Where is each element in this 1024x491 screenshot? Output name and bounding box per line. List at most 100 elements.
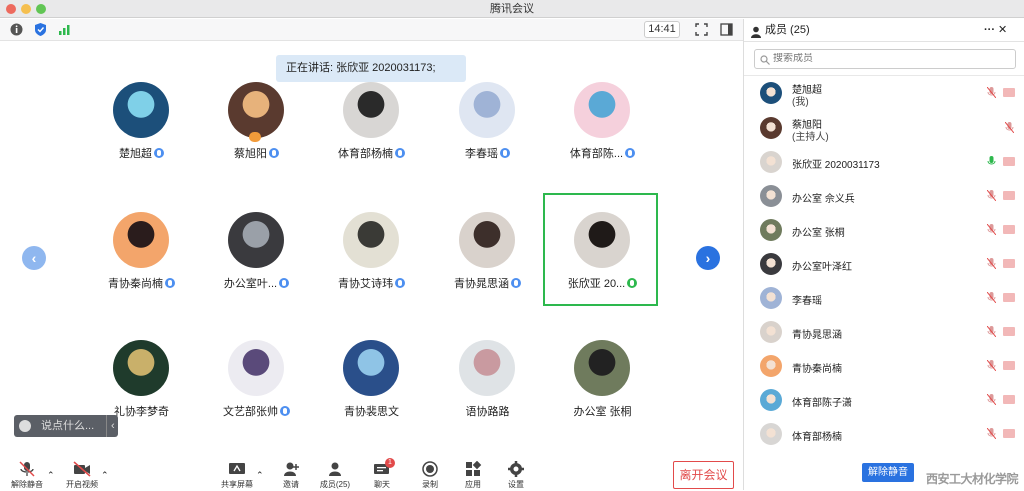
- apps-button[interactable]: 应用: [451, 460, 495, 490]
- mic-muted-icon[interactable]: [986, 291, 997, 304]
- close-panel-icon[interactable]: ✕: [998, 19, 1007, 41]
- quick-chat-box[interactable]: 说点什么... ‹: [14, 415, 118, 437]
- unmute-all-button[interactable]: 解除静音: [862, 463, 914, 482]
- participant-tile[interactable]: 青协艾诗玮: [314, 212, 429, 312]
- mic-muted-icon[interactable]: [986, 257, 997, 270]
- person-icon: [750, 24, 762, 38]
- member-name: 体育部杨楠: [792, 432, 842, 443]
- member-row[interactable]: 李春瑶: [744, 281, 1024, 315]
- mic-muted-icon[interactable]: [1004, 121, 1015, 134]
- member-row[interactable]: 办公室 张桐: [744, 213, 1024, 247]
- participant-tile[interactable]: 体育部杨楠: [314, 82, 429, 182]
- start-video-button[interactable]: 开启视频: [60, 460, 104, 490]
- info-icon[interactable]: [9, 22, 24, 37]
- participant-name-text: 青协晁思涵: [454, 278, 509, 290]
- shield-icon[interactable]: [33, 22, 48, 37]
- participant-tile[interactable]: 楚旭超: [84, 82, 199, 182]
- member-avatar: [760, 355, 782, 377]
- avatar: [459, 82, 515, 138]
- avatar: [343, 340, 399, 396]
- member-search-box[interactable]: [754, 49, 1016, 69]
- more-options-icon[interactable]: ···: [984, 19, 995, 41]
- member-avatar: [760, 219, 782, 241]
- participant-name-text: 办公室叶...: [223, 278, 278, 290]
- participant-name: 李春瑶: [430, 145, 545, 161]
- member-row[interactable]: 张欣亚 2020031173: [744, 145, 1024, 179]
- maximize-window-button[interactable]: [36, 4, 46, 14]
- mic-muted-icon[interactable]: [986, 427, 997, 440]
- search-input[interactable]: [773, 53, 993, 64]
- video-options-chevron-icon[interactable]: ⌃: [101, 470, 109, 481]
- member-row[interactable]: 青协晁思涵: [744, 315, 1024, 349]
- leave-meeting-button[interactable]: 离开会议: [673, 461, 734, 489]
- video-off-icon[interactable]: [1003, 361, 1015, 370]
- signal-strength-icon[interactable]: [57, 22, 72, 37]
- mic-muted-icon[interactable]: [986, 86, 997, 99]
- video-off-icon[interactable]: [1003, 259, 1015, 268]
- participant-tile[interactable]: 青协晁思涵: [430, 212, 545, 312]
- participant-tile[interactable]: 蔡旭阳: [199, 82, 314, 182]
- minimize-window-button[interactable]: [21, 4, 31, 14]
- side-panel-toggle-icon[interactable]: [719, 22, 734, 37]
- member-row[interactable]: 青协秦尚楠: [744, 349, 1024, 383]
- mic-muted-icon[interactable]: [986, 325, 997, 338]
- video-off-icon[interactable]: [1003, 88, 1015, 97]
- participant-name: 办公室 张桐: [545, 403, 660, 419]
- close-window-button[interactable]: [6, 4, 16, 14]
- members-panel-title: 成员 (25): [765, 24, 810, 36]
- member-avatar: [760, 82, 782, 104]
- participant-tile[interactable]: 体育部陈...: [545, 82, 660, 182]
- video-off-icon[interactable]: [1003, 157, 1015, 166]
- speaking-indicator: 正在讲话: 张欣亚 2020031173;: [276, 55, 466, 82]
- smiley-icon[interactable]: [19, 420, 31, 432]
- mic-muted-icon[interactable]: [986, 393, 997, 406]
- video-off-icon[interactable]: [1003, 293, 1015, 302]
- participant-tile[interactable]: 李春瑶: [430, 82, 545, 182]
- mic-muted-icon[interactable]: [986, 189, 997, 202]
- video-off-icon: [73, 461, 91, 477]
- member-avatar: [760, 253, 782, 275]
- avatar: [228, 340, 284, 396]
- video-off-icon[interactable]: [1003, 225, 1015, 234]
- watermark-text: 西安工大材化学院: [926, 472, 1019, 486]
- member-row[interactable]: 蔡旭阳 (主持人): [744, 111, 1024, 145]
- members-button[interactable]: 成员(25): [313, 460, 357, 490]
- member-row[interactable]: 体育部杨楠: [744, 417, 1024, 451]
- window-title: 腾讯会议: [490, 3, 534, 15]
- video-off-icon[interactable]: [1003, 327, 1015, 336]
- next-page-button[interactable]: ›: [696, 246, 720, 270]
- unmute-button[interactable]: 解除静音: [5, 460, 49, 490]
- mic-muted-icon[interactable]: [986, 223, 997, 236]
- member-row[interactable]: 楚旭超 (我): [744, 76, 1024, 110]
- participant-name-text: 文艺部张帅: [223, 406, 278, 418]
- mic-muted-icon[interactable]: [986, 359, 997, 372]
- participant-tile[interactable]: 办公室 张桐: [545, 340, 660, 440]
- meeting-window: 腾讯会议 14:41 正在讲话: 张欣亚 2020031173; 楚旭超 蔡旭阳体…: [0, 0, 1024, 490]
- fullscreen-icon[interactable]: [694, 22, 709, 37]
- collapse-chat-icon[interactable]: ‹: [106, 415, 115, 437]
- participant-tile[interactable]: 青协秦尚楠: [84, 212, 199, 312]
- video-off-icon[interactable]: [1003, 395, 1015, 404]
- video-off-icon[interactable]: [1003, 429, 1015, 438]
- mic-active-icon[interactable]: [987, 156, 996, 167]
- member-row[interactable]: 办公室 佘义兵: [744, 179, 1024, 213]
- audio-options-chevron-icon[interactable]: ⌃: [47, 470, 55, 481]
- share-options-chevron-icon[interactable]: ⌃: [256, 470, 264, 481]
- avatar: [113, 212, 169, 268]
- member-role: (我): [792, 97, 809, 108]
- participant-tile[interactable]: 办公室叶...: [199, 212, 314, 312]
- participant-tile[interactable]: 语协路路: [430, 340, 545, 440]
- participant-name-text: 体育部杨楠: [338, 148, 393, 160]
- invite-button[interactable]: 邀请: [269, 460, 313, 490]
- chat-button[interactable]: 1 聊天: [360, 458, 404, 490]
- settings-button[interactable]: 设置: [494, 460, 538, 490]
- share-screen-button[interactable]: 共享屏幕: [215, 460, 259, 490]
- video-off-icon[interactable]: [1003, 191, 1015, 200]
- member-row[interactable]: 体育部陈子潇: [744, 383, 1024, 417]
- participant-tile[interactable]: 文艺部张帅: [199, 340, 314, 440]
- member-row[interactable]: 办公室叶泽红: [744, 247, 1024, 281]
- prev-page-button[interactable]: ‹: [22, 246, 46, 270]
- participant-tile[interactable]: 青协裴思文: [314, 340, 429, 440]
- members-icon: [326, 461, 344, 477]
- record-button[interactable]: 录制: [408, 460, 452, 490]
